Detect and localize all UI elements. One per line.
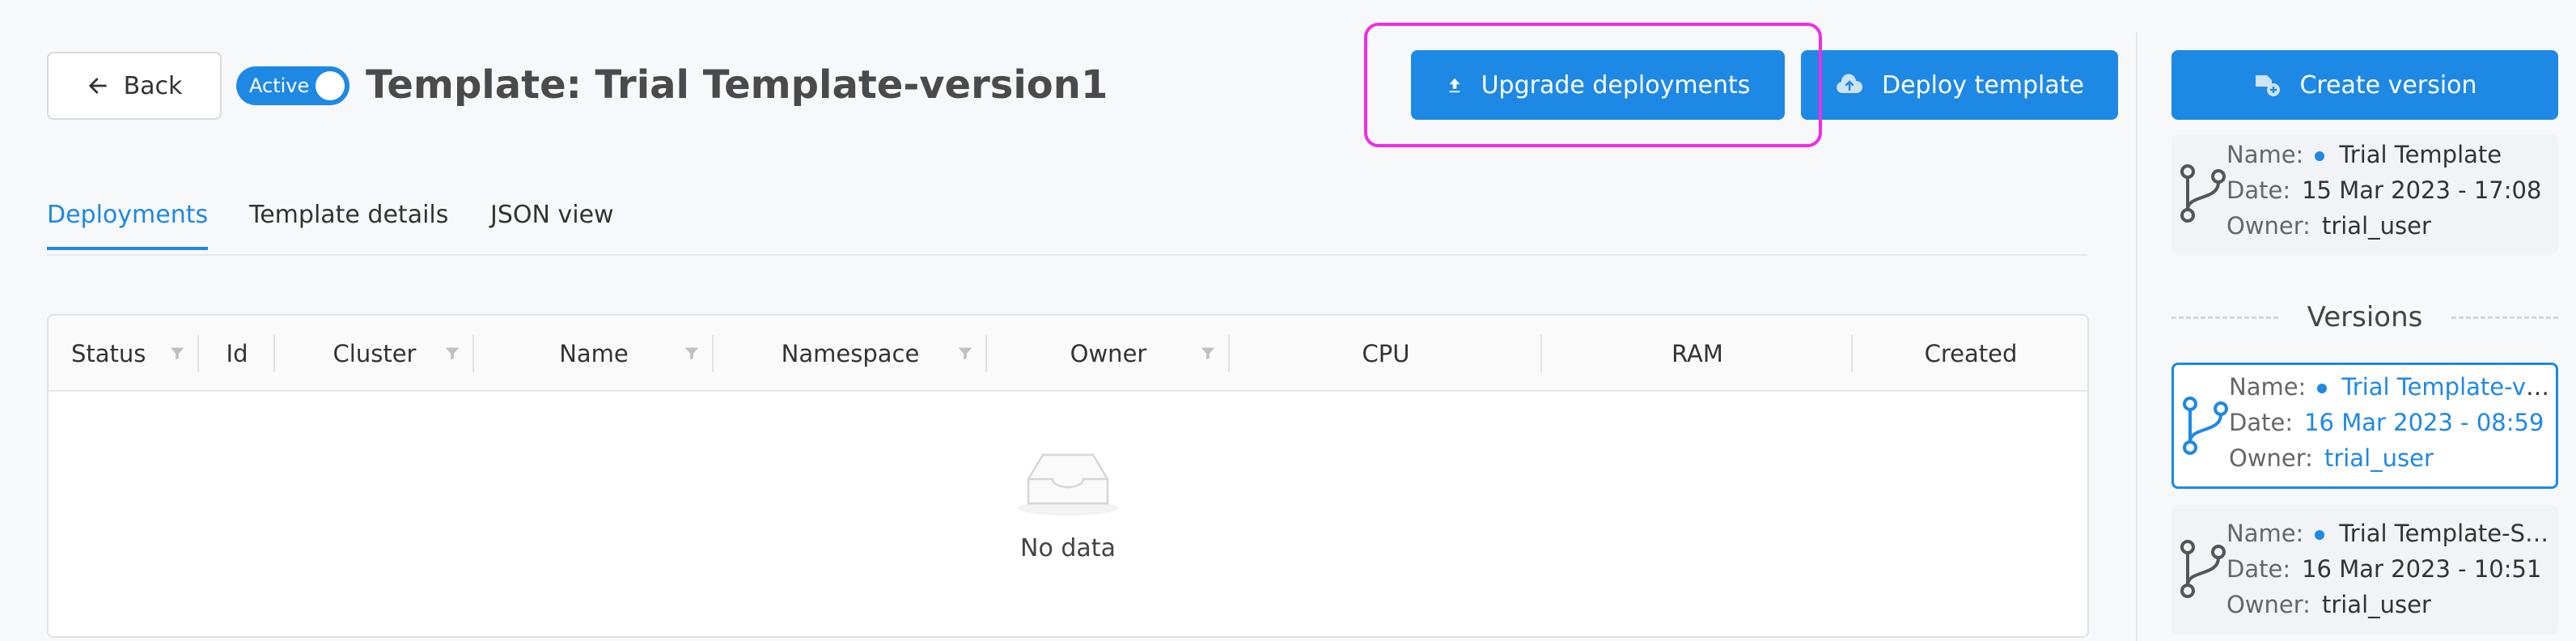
version-name: Name:Trial Template-Scaled — [2226, 520, 2553, 547]
git-branch-icon — [2180, 540, 2226, 598]
version-name: Name:Trial Template-version1 — [2229, 373, 2556, 401]
version-owner: Owner: trial_user — [2229, 444, 2434, 472]
column-ram: RAM — [1542, 316, 1853, 392]
current-date: Date: 15 Mar 2023 - 17:08 — [2226, 176, 2542, 204]
table-header: Status Id Cluster Name Namespace Owner C… — [49, 316, 2087, 392]
page-title: Template: Trial Template-version1 — [366, 62, 1108, 108]
git-branch-icon — [2183, 397, 2228, 455]
file-add-icon — [2256, 75, 2281, 96]
version-owner: Owner: trial_user — [2226, 591, 2431, 618]
tab-template-details[interactable]: Template details — [249, 201, 448, 247]
arrow-left-icon — [88, 78, 107, 94]
empty-text: No data — [1020, 534, 1116, 562]
toggle-knob — [316, 71, 345, 100]
status-toggle[interactable]: Active — [236, 66, 350, 105]
git-branch-icon — [2180, 164, 2226, 223]
column-created: Created — [1924, 340, 2018, 367]
column-namespace: Namespace — [714, 316, 987, 392]
cloud-upload-icon — [1837, 74, 1862, 93]
versions-heading: Versions — [2171, 295, 2558, 340]
upload-icon — [1449, 78, 1460, 93]
tab-bar: Deployments Template details JSON view — [47, 186, 2087, 256]
versions-title: Versions — [2307, 301, 2423, 333]
create-version-label: Create version — [2299, 70, 2477, 100]
version-date: Date: 16 Mar 2023 - 08:59 — [2229, 409, 2544, 436]
filter-icon[interactable] — [1199, 345, 1217, 363]
version-card[interactable]: Name:Trial Template-Scaled Date:16 Mar 2… — [2171, 505, 2558, 635]
empty-inbox-icon — [1018, 453, 1118, 516]
toggle-label: Active — [249, 74, 310, 97]
deploy-template-button[interactable]: Deploy template — [1801, 50, 2118, 120]
current-template-card[interactable]: Name: Trial Template Date: 15 Mar 2023 - 1… — [2171, 134, 2558, 254]
sidebar-divider — [2136, 32, 2137, 641]
column-cluster: Cluster — [275, 316, 474, 392]
column-status: Status — [49, 316, 199, 392]
filter-icon[interactable] — [168, 345, 186, 363]
back-label: Back — [123, 71, 183, 100]
column-id: Id — [199, 316, 275, 392]
version-date: Date: 16 Mar 2023 - 10:51 — [2226, 555, 2542, 583]
version-card-selected[interactable]: Name:Trial Template-version1 Date:16 Mar… — [2171, 363, 2558, 489]
create-version-button[interactable]: Create version — [2171, 50, 2558, 120]
column-name: Name — [474, 316, 714, 392]
upgrade-deployments-button[interactable]: Upgrade deployments — [1411, 50, 1785, 120]
back-button[interactable]: Back — [47, 52, 222, 120]
filter-icon[interactable] — [956, 345, 974, 363]
empty-state: No data — [49, 392, 2087, 636]
current-name: Name: Trial Template — [2226, 141, 2502, 168]
tab-deployments[interactable]: Deployments — [47, 201, 209, 250]
current-owner: Owner: trial_user — [2226, 212, 2431, 240]
filter-icon[interactable] — [683, 345, 701, 363]
upgrade-label: Upgrade deployments — [1481, 70, 1751, 100]
column-cpu: CPU — [1230, 316, 1542, 392]
filter-icon[interactable] — [443, 345, 461, 363]
deployments-table: Status Id Cluster Name Namespace Owner C… — [47, 314, 2089, 638]
tab-json-view[interactable]: JSON view — [490, 201, 614, 247]
column-owner: Owner — [987, 316, 1230, 392]
deploy-label: Deploy template — [1881, 70, 2084, 100]
